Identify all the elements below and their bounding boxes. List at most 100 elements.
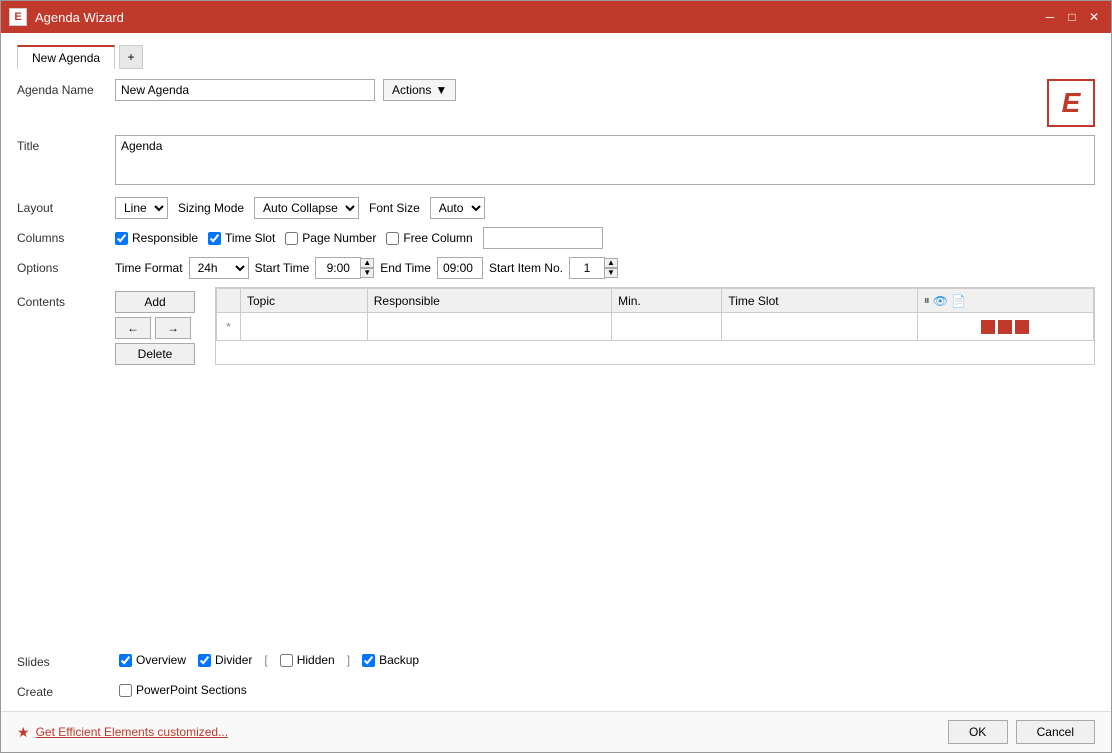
ppt-sections-checkbox[interactable] [119,684,132,697]
action-icon-1[interactable] [981,320,995,334]
action-icons-cell [917,313,1093,341]
window-title: Agenda Wizard [35,10,1041,25]
ok-button[interactable]: OK [948,720,1008,744]
responsible-checkbox[interactable] [115,232,128,245]
time-format-select[interactable]: 24h [189,257,249,279]
layout-label: Layout [17,197,107,215]
add-button[interactable]: Add [115,291,195,313]
item-no-up[interactable]: ▲ [604,258,618,268]
col-timeslot: Time Slot [722,289,917,313]
promo-star-icon: ★ [17,724,30,741]
sizing-mode-select[interactable]: Auto Collapse [254,197,359,219]
action-icon-2[interactable] [998,320,1012,334]
logo-box: E [1047,79,1095,127]
actions-button[interactable]: Actions ▼ [383,79,456,101]
pause-header-icon: ⏸ [924,293,930,308]
hidden-checkbox-label[interactable]: Hidden [280,653,335,667]
delete-button[interactable]: Delete [115,343,195,365]
chevron-down-icon: ▼ [435,83,447,97]
hidden-checkbox[interactable] [280,654,293,667]
pagenumber-checkbox-label[interactable]: Page Number [285,231,376,245]
promo-area: ★ Get Efficient Elements customized... [17,724,948,741]
start-item-no-label: Start Item No. [489,261,563,275]
layout-select[interactable]: Line [115,197,168,219]
item-no-down[interactable]: ▼ [604,268,618,278]
min-cell[interactable] [612,313,722,341]
agenda-name-row: Agenda Name Actions ▼ E [17,79,1095,127]
star-cell: * [217,313,241,341]
arrow-buttons: ← → [115,317,207,339]
options-controls: Time Format 24h Start Time ▲ ▼ End Time [115,257,618,279]
font-size-label: Font Size [369,201,420,215]
main-content: New Agenda + Agenda Name Actions ▼ E [1,33,1111,711]
contents-label: Contents [17,287,107,309]
title-label: Title [17,135,107,153]
pagenumber-checkbox[interactable] [285,232,298,245]
promo-text[interactable]: Get Efficient Elements customized... [36,725,229,739]
start-item-no-spinner: ▲ ▼ [569,257,618,279]
contents-area: Add ← → Delete [115,287,1095,365]
agenda-wizard-window: E Agenda Wizard ─ □ ✕ New Agenda + Agend… [0,0,1112,753]
hidden-bracket-close: ] [347,653,350,667]
table-row: * [217,313,1094,341]
title-textarea[interactable] [115,135,1095,185]
freecolumn-checkbox-label[interactable]: Free Column [386,231,472,245]
form-area: Agenda Name Actions ▼ E Title Layout [17,79,1095,699]
topic-cell[interactable] [241,313,368,341]
action-icon-3[interactable] [1015,320,1029,334]
dialog-buttons: OK Cancel [948,720,1095,744]
ppt-sections-checkbox-label[interactable]: PowerPoint Sections [119,683,247,697]
create-row: Create PowerPoint Sections [17,681,1095,699]
columns-options: Responsible Time Slot Page Number Free C… [115,227,603,249]
minimize-button[interactable]: ─ [1041,8,1059,26]
eye-header-icon: 👁 [933,294,948,308]
backup-checkbox-label[interactable]: Backup [362,653,419,667]
col-responsible: Responsible [367,289,611,313]
col-icons-header: ⏸ 👁 📄 [917,289,1093,313]
tab-new-agenda[interactable]: New Agenda [17,45,115,69]
overview-checkbox-label[interactable]: Overview [119,653,186,667]
start-time-down[interactable]: ▼ [360,268,374,278]
left-arrow-button[interactable]: ← [115,317,151,339]
start-item-no-input[interactable] [569,257,605,279]
responsible-checkbox-label[interactable]: Responsible [115,231,198,245]
col-min: Min. [612,289,722,313]
cancel-button[interactable]: Cancel [1016,720,1095,744]
contents-table-container: Topic Responsible Min. Tim [215,287,1095,365]
col-topic: Topic [241,289,368,313]
overview-checkbox[interactable] [119,654,132,667]
right-arrow-button[interactable]: → [155,317,191,339]
columns-row: Columns Responsible Time Slot Page Numbe… [17,227,1095,249]
timeslot-checkbox[interactable] [208,232,221,245]
slides-row: Slides Overview Divider [ Hidden ] Ba [17,651,1095,669]
backup-checkbox[interactable] [362,654,375,667]
freecolumn-text-input[interactable] [483,227,603,249]
timeslot-checkbox-label[interactable]: Time Slot [208,231,275,245]
end-time-input[interactable] [437,257,483,279]
title-row: Title [17,135,1095,185]
responsible-cell[interactable] [367,313,611,341]
font-size-select[interactable]: Auto [430,197,485,219]
doc-header-icon: 📄 [951,294,966,308]
time-format-label: Time Format [115,261,183,275]
options-row: Options Time Format 24h Start Time ▲ ▼ [17,257,1095,279]
timeslot-cell[interactable] [722,313,917,341]
contents-row: Contents Add ← → Delete [17,287,1095,639]
close-button[interactable]: ✕ [1085,8,1103,26]
tab-add-button[interactable]: + [119,45,143,69]
maximize-button[interactable]: □ [1063,8,1081,26]
divider-checkbox-label[interactable]: Divider [198,653,252,667]
start-time-input[interactable] [315,257,361,279]
options-label: Options [17,257,107,275]
start-time-up[interactable]: ▲ [360,258,374,268]
agenda-name-input[interactable] [115,79,375,101]
slides-label: Slides [17,651,107,669]
divider-checkbox[interactable] [198,654,211,667]
freecolumn-checkbox[interactable] [386,232,399,245]
layout-row: Layout Line Sizing Mode Auto Collapse Fo… [17,197,1095,219]
end-time-label: End Time [380,261,431,275]
window-controls: ─ □ ✕ [1041,8,1103,26]
start-time-spinner: ▲ ▼ [315,257,374,279]
app-icon: E [9,8,27,26]
hidden-bracket-open: [ [264,653,267,667]
